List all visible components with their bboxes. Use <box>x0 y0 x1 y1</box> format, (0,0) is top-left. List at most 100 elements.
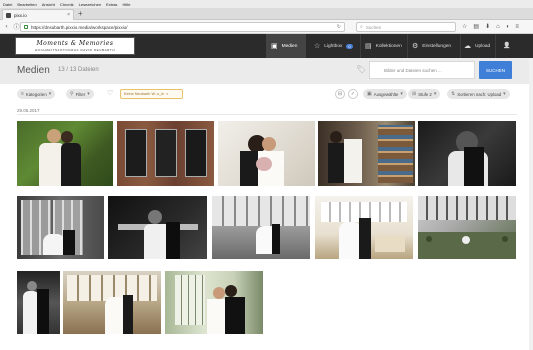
url-bar[interactable]: https://dnsubarth.pixxio.media/workspace… <box>20 22 345 32</box>
star-icon: ☆ <box>314 42 321 50</box>
categories-label: Kategorien <box>25 91 47 97</box>
page-title-row: Medien 13 / 13 Dateien 🏷 Bilder und Date… <box>0 58 533 84</box>
menu-item-datei[interactable]: Datei <box>3 2 12 7</box>
photo-10[interactable] <box>418 196 516 259</box>
file-count: 13 / 13 Dateien <box>58 67 99 73</box>
photo-4[interactable] <box>318 121 415 186</box>
nav-lightbox-label: Lightbox <box>324 43 343 49</box>
photo-2[interactable] <box>117 121 214 186</box>
chevron-down-icon: ▾ <box>87 91 90 97</box>
filter-icon: ⚲ <box>70 91 74 97</box>
style-dropdown[interactable]: ⊞ Stufe 2 ▾ <box>408 89 441 99</box>
upload-cloud-icon: ☁ <box>464 42 471 50</box>
logo-subtitle: HOCHZEITSFOTOGRAF DAVID NEUBARTH <box>34 48 116 52</box>
chevron-down-icon: ▾ <box>503 91 506 97</box>
list-icon: ≡ <box>21 91 24 97</box>
selection-dropdown[interactable]: ▣ Ausgewählte ▾ <box>363 89 407 99</box>
page-title: Medien <box>17 65 50 76</box>
selection-label: Ausgewählte <box>373 91 399 97</box>
nav-kollektionen[interactable]: ▤ Kollektionen <box>361 34 407 58</box>
selection-icon: ▣ <box>367 91 372 97</box>
url-text: https://dnsubarth.pixxio.media/workspace… <box>31 24 128 30</box>
logo[interactable]: Moments & Memories HOCHZEITSFOTOGRAF DAV… <box>15 37 135 55</box>
media-search-input[interactable]: Bilder und Dateien suchen ... <box>369 61 475 79</box>
nav-lightbox[interactable]: ☆ Lightbox 0 <box>310 34 360 58</box>
chevron-down-icon: ▾ <box>433 91 437 97</box>
scrollbar[interactable] <box>529 58 533 350</box>
browser-menubar: Datei Bearbeiten Ansicht Chronik Lesezei… <box>0 0 533 8</box>
photo-1[interactable] <box>17 121 113 186</box>
remove-filter-icon[interactable]: × <box>166 92 168 96</box>
photo-11[interactable] <box>17 271 60 334</box>
menu-item-chronik[interactable]: Chronik <box>60 2 74 7</box>
media-search-placeholder: Bilder und Dateien suchen ... <box>384 67 442 73</box>
browser-tab[interactable]: pixx.io × <box>2 9 74 20</box>
photo-5[interactable] <box>418 121 516 186</box>
nav-medien[interactable]: ▣ Medien <box>266 34 306 58</box>
user-icon: 👤 <box>503 42 511 49</box>
sort-label: Sortieren nach: Upload <box>457 91 502 97</box>
sort-dropdown[interactable]: ⇅ Sortieren nach: Upload ▾ <box>447 89 510 99</box>
reload-icon[interactable]: ↻ <box>337 24 341 30</box>
photo-9[interactable] <box>315 196 413 259</box>
divider <box>17 114 517 115</box>
back-icon[interactable]: ‹ <box>3 24 10 30</box>
collection-icon: ▤ <box>365 42 372 50</box>
gear-icon: ⚙ <box>412 42 419 50</box>
menu-item-ansicht[interactable]: Ansicht <box>42 2 55 7</box>
tab-title: pixx.io <box>14 12 27 18</box>
new-tab-button[interactable]: + <box>78 10 83 18</box>
tag-icon[interactable]: 🏷 <box>356 66 366 74</box>
download-icon[interactable]: ⬇ <box>485 23 490 31</box>
search-button[interactable]: SUCHEN <box>479 61 512 79</box>
nav-einstellungen-label: Einstellungen <box>422 43 452 49</box>
bulk-select-button[interactable]: ⊟ <box>335 89 345 99</box>
favicon-icon <box>6 12 11 18</box>
grid-icon: ⊞ <box>412 91 417 97</box>
date-group-heading: 29.05.2017 <box>17 108 40 113</box>
menu-item-extras[interactable]: Extras <box>106 2 117 7</box>
info-icon[interactable]: ⓘ <box>13 22 20 31</box>
menu-icon[interactable]: ≡ <box>515 23 519 31</box>
bulk-select-icon: ⊟ <box>337 91 343 97</box>
filter-dropdown[interactable]: ⚲ Filter ▾ <box>66 89 94 99</box>
heart-icon[interactable]: ♡ <box>107 90 113 97</box>
active-filter-label: Keine Neubarth W..o_in <box>124 92 165 96</box>
nav-kollektionen-label: Kollektionen <box>375 43 402 49</box>
categories-dropdown[interactable]: ≡ Kategorien ▾ <box>17 89 56 99</box>
chevron-down-icon: ▾ <box>400 91 403 97</box>
pocket-icon[interactable]: ◗ <box>506 23 510 31</box>
photo-3[interactable] <box>218 121 315 186</box>
menu-item-lesezeichen[interactable]: Lesezeichen <box>79 2 101 7</box>
photo-8[interactable] <box>212 196 310 259</box>
close-tab-icon[interactable]: × <box>67 12 70 18</box>
menu-item-hilfe[interactable]: Hilfe <box>122 2 130 7</box>
photo-6[interactable] <box>17 196 104 259</box>
nav-upload-label: Upload <box>475 43 491 49</box>
logo-title: Moments & Memories <box>36 40 114 47</box>
nav-einstellungen[interactable]: ⚙ Einstellungen <box>408 34 460 58</box>
home-icon[interactable]: ⌂ <box>496 23 500 31</box>
select-all-button[interactable]: ✓ <box>348 89 358 99</box>
app-header: Moments & Memories HOCHZEITSFOTOGRAF DAV… <box>0 34 533 58</box>
menu-item-bearbeiten[interactable]: Bearbeiten <box>17 2 36 7</box>
filter-row: ≡ Kategorien ▾ ⚲ Filter ▾ ♡ Keine Neubar… <box>0 84 533 104</box>
browser-toolbar-icons: ☆ ▤ ⬇ ⌂ ◗ ≡ <box>462 23 519 31</box>
photo-13[interactable] <box>165 271 263 334</box>
photo-7[interactable] <box>108 196 207 259</box>
nav-user[interactable]: 👤 <box>496 34 518 58</box>
nav-upload[interactable]: ☁ Upload <box>461 34 495 58</box>
style-label: Stufe 2 <box>418 91 432 97</box>
bookmark-star-icon[interactable]: ☆ <box>462 23 467 31</box>
lock-icon <box>24 25 28 29</box>
nav-medien-label: Medien <box>281 43 298 49</box>
active-filter-chip[interactable]: Keine Neubarth W..o_in × <box>120 89 183 99</box>
reading-list-icon[interactable]: ▤ <box>473 23 479 31</box>
browser-search[interactable]: ⌕ Suchen <box>356 22 456 32</box>
browser-search-placeholder: Suchen <box>365 24 382 30</box>
filter-label: Filter <box>75 91 86 97</box>
search-icon: ⌕ <box>360 24 363 30</box>
check-icon: ✓ <box>350 91 356 97</box>
lightbox-count-badge: 0 <box>346 43 353 49</box>
photo-12[interactable] <box>63 271 161 334</box>
